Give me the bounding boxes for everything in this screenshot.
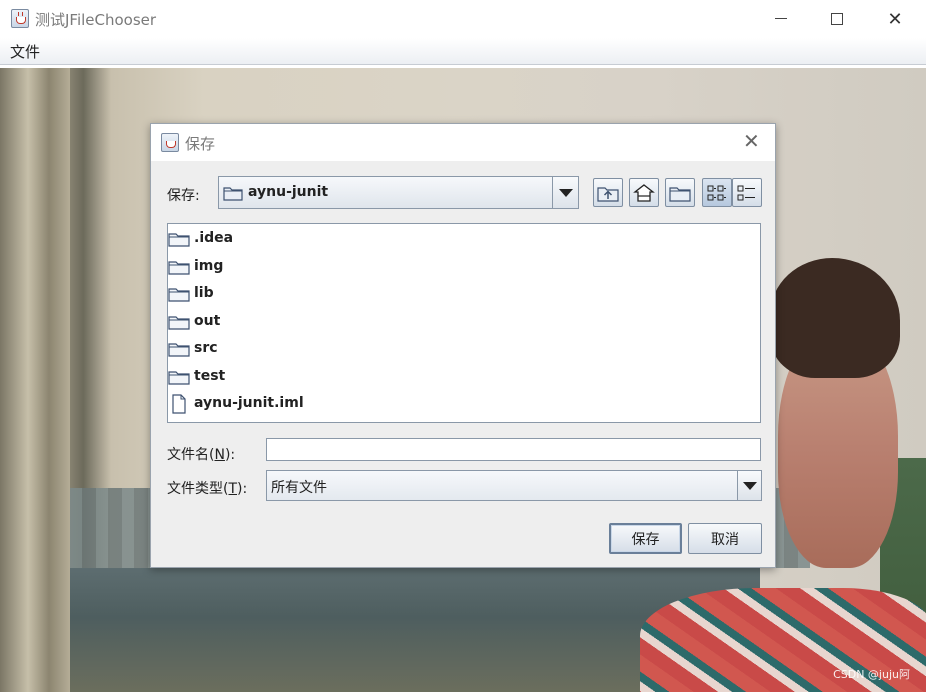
details-view-button[interactable] — [732, 178, 762, 207]
dialog-close-icon[interactable]: ✕ — [743, 130, 760, 152]
folder-icon — [223, 187, 243, 201]
photo-pole — [0, 68, 70, 692]
file-name-mnemonic: N — [214, 447, 225, 463]
maximize-button[interactable] — [808, 0, 866, 38]
watermark: CSDN @juju阿 — [833, 668, 910, 681]
file-list[interactable]: .idea img lib out src test aynu-junit.im… — [167, 223, 761, 423]
home-icon — [633, 184, 655, 202]
dialog-titlebar: 保存 ✕ — [151, 124, 775, 161]
close-icon: ✕ — [887, 8, 903, 30]
details-view-icon — [737, 185, 755, 201]
save-dialog: 保存 ✕ 保存: aynu-junit .idea img lib out sr… — [150, 123, 776, 568]
new-folder-icon — [669, 187, 691, 202]
list-view-button[interactable] — [702, 178, 732, 207]
file-icon — [172, 394, 186, 414]
java-dialog-icon — [161, 133, 179, 152]
folder-icon — [168, 261, 190, 275]
file-type-label-suffix: ): — [237, 481, 248, 497]
folder-icon — [168, 233, 190, 247]
up-one-level-icon — [597, 187, 619, 202]
folder-icon — [168, 316, 190, 330]
up-one-level-button[interactable] — [593, 178, 623, 207]
file-name: test — [194, 368, 226, 384]
folder-icon — [168, 343, 190, 357]
file-type-label-text: 文件类型( — [167, 481, 229, 497]
chevron-down-icon — [742, 481, 757, 490]
file-name: src — [194, 340, 218, 356]
java-app-icon — [11, 9, 29, 28]
file-type-combobox[interactable]: 所有文件 — [266, 470, 762, 501]
file-type-value: 所有文件 — [271, 480, 327, 496]
minimize-button[interactable] — [752, 0, 810, 38]
file-type-label: 文件类型(T): — [167, 478, 247, 498]
list-view-icon — [707, 185, 726, 201]
file-name: out — [194, 313, 221, 329]
menubar: 文件 — [0, 38, 926, 65]
file-name: aynu-junit.iml — [194, 395, 304, 411]
window-title: 测试JFileChooser — [35, 11, 157, 29]
chevron-down-icon — [558, 188, 573, 197]
file-name: img — [194, 258, 224, 274]
maximize-icon — [831, 13, 843, 25]
save-in-label: 保存: — [167, 188, 200, 204]
dialog-title: 保存 — [185, 135, 216, 153]
file-type-mnemonic: T — [228, 481, 238, 497]
file-name-label-text: 文件名( — [167, 447, 215, 463]
file-name-label: 文件名(N): — [167, 444, 235, 464]
folder-icon — [168, 288, 190, 302]
file-name: lib — [194, 285, 214, 301]
folder-icon — [168, 371, 190, 385]
file-name-input[interactable] — [266, 438, 761, 461]
file-name-label-suffix: ): — [224, 447, 236, 463]
save-in-combobox[interactable]: aynu-junit — [218, 176, 579, 209]
window-titlebar: 测试JFileChooser ✕ — [0, 0, 926, 38]
file-type-dropdown-button[interactable] — [737, 471, 761, 500]
save-in-dropdown-button[interactable] — [552, 177, 578, 208]
new-folder-button[interactable] — [665, 178, 695, 207]
photo-hair — [770, 258, 900, 378]
cancel-button[interactable]: 取消 — [688, 523, 762, 554]
minimize-icon — [775, 17, 787, 19]
home-button[interactable] — [629, 178, 659, 207]
save-button[interactable]: 保存 — [609, 523, 682, 554]
menu-file[interactable]: 文件 — [10, 41, 40, 62]
current-folder: aynu-junit — [248, 184, 329, 200]
close-button[interactable]: ✕ — [866, 0, 924, 38]
file-name: .idea — [194, 230, 234, 246]
